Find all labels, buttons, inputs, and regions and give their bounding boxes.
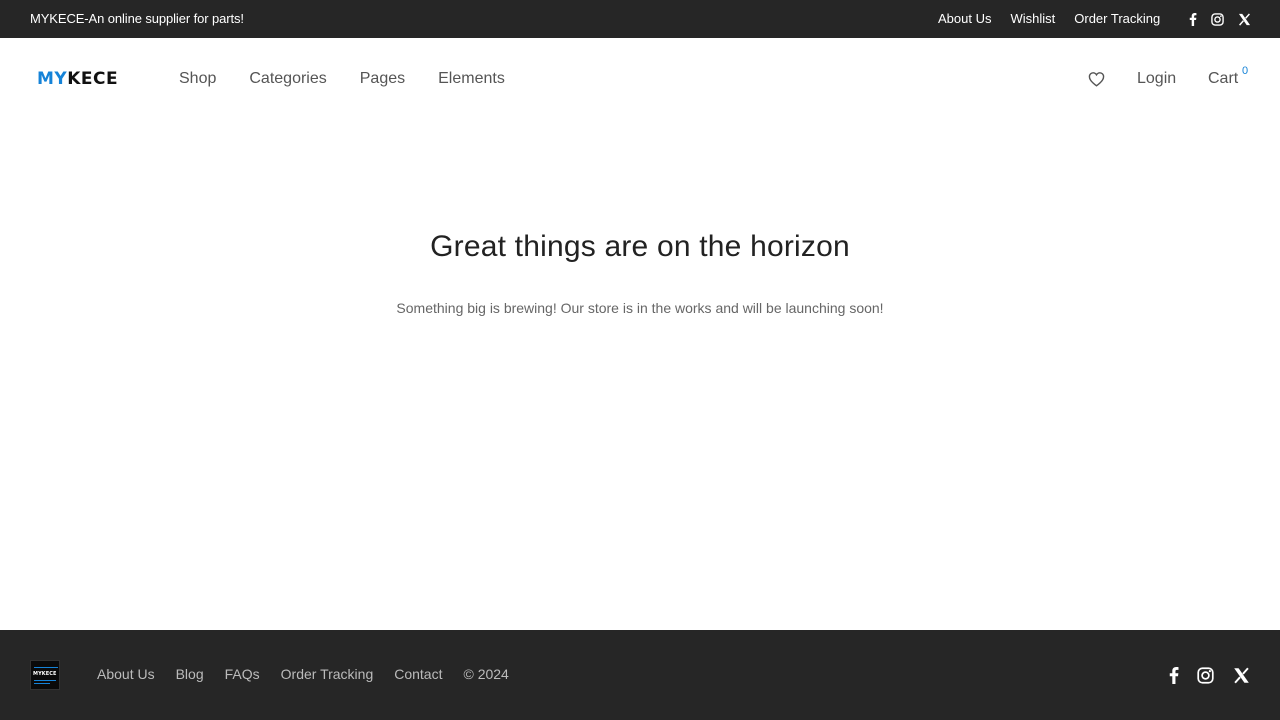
site-logo[interactable]: MYKECE: [37, 70, 118, 88]
site-footer: MYKECE About Us Blog FAQs Order Tracking…: [0, 630, 1280, 720]
top-link-wishlist[interactable]: Wishlist: [1010, 11, 1055, 26]
footer-link-blog[interactable]: Blog: [176, 666, 204, 682]
logo-part-kece: KECE: [67, 69, 119, 89]
footer-links: About Us Blog FAQs Order Tracking Contac…: [97, 666, 530, 682]
logo-stripe: [34, 683, 50, 684]
top-bar: MYKECE-An online supplier for parts! Abo…: [0, 0, 1280, 38]
nav-pages[interactable]: Pages: [360, 70, 405, 88]
facebook-icon[interactable]: [1165, 666, 1183, 684]
footer-link-about-us[interactable]: About Us: [97, 666, 155, 682]
logo-stripe: [34, 667, 58, 668]
facebook-icon[interactable]: [1186, 12, 1200, 26]
nav-categories[interactable]: Categories: [249, 70, 326, 88]
footer-link-contact[interactable]: Contact: [394, 666, 442, 682]
instagram-icon[interactable]: [1196, 666, 1214, 684]
heart-icon[interactable]: [1088, 71, 1105, 87]
copyright: © 2024: [463, 666, 509, 682]
login-link[interactable]: Login: [1137, 70, 1176, 88]
footer-link-faqs[interactable]: FAQs: [225, 666, 260, 682]
store-tagline: MYKECE-An online supplier for parts!: [30, 11, 244, 26]
main-nav: Shop Categories Pages Elements: [179, 70, 538, 88]
top-links: About Us Wishlist Order Tracking: [938, 11, 1179, 26]
footer-logo-text: MYKECE: [33, 671, 57, 677]
logo-stripe: [34, 680, 56, 681]
x-icon[interactable]: [1237, 12, 1251, 26]
instagram-icon[interactable]: [1210, 12, 1224, 26]
top-link-order-tracking[interactable]: Order Tracking: [1074, 11, 1160, 26]
nav-shop[interactable]: Shop: [179, 70, 216, 88]
logo-part-my: MY: [37, 69, 68, 89]
top-link-about-us[interactable]: About Us: [938, 11, 991, 26]
main-header: MYKECE Shop Categories Pages Elements Lo…: [0, 38, 1280, 120]
x-icon[interactable]: [1232, 666, 1250, 684]
cart-count-badge: 0: [1242, 65, 1249, 77]
footer-link-order-tracking[interactable]: Order Tracking: [281, 666, 374, 682]
page-title: Great things are on the horizon: [430, 230, 850, 263]
footer-logo[interactable]: MYKECE: [30, 660, 60, 690]
cart-link[interactable]: Cart: [1208, 70, 1238, 88]
page-subtitle: Something big is brewing! Our store is i…: [396, 300, 884, 316]
nav-elements[interactable]: Elements: [438, 70, 505, 88]
